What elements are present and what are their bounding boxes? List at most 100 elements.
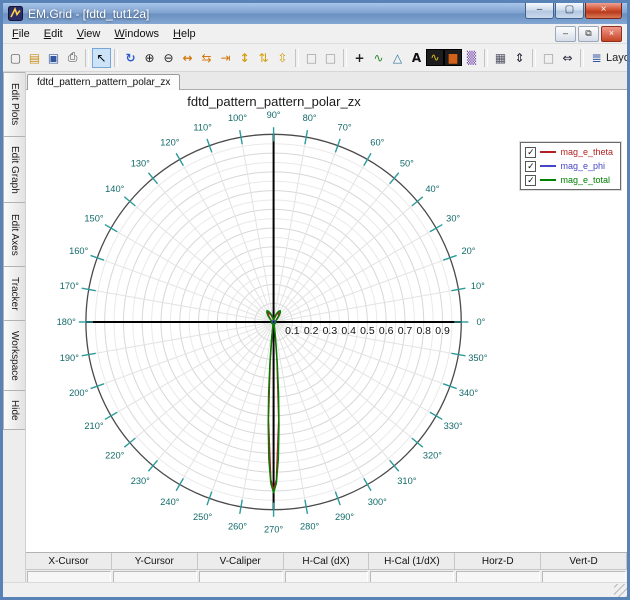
svg-text:150°: 150° [84, 213, 103, 223]
sidebar-tab-edit-axes[interactable]: Edit Axes [3, 202, 25, 267]
svg-text:140°: 140° [105, 184, 124, 194]
svg-text:260°: 260° [228, 521, 247, 531]
expand-horizontal-icon[interactable]: ⇥ [216, 48, 235, 68]
main-area: Edit Plots Edit Graph Edit Axes Tracker … [3, 72, 627, 587]
pointer-tool-icon[interactable]: ↖ [92, 47, 111, 68]
legend-entry: ✓ mag_e_total [525, 174, 613, 186]
svg-text:40°: 40° [425, 184, 439, 194]
svg-text:90°: 90° [267, 110, 281, 120]
grid-toggle-y-icon[interactable]: □ [321, 48, 340, 68]
sidebar-tab-edit-graph[interactable]: Edit Graph [3, 136, 25, 203]
legend-label[interactable]: mag_e_phi [560, 161, 605, 171]
svg-text:280°: 280° [300, 521, 319, 531]
legend-entry: ✓ mag_e_phi [525, 160, 613, 172]
waveform-style-icon[interactable]: ∿ [426, 49, 444, 66]
legend-line-swatch [540, 179, 557, 181]
refresh-icon[interactable]: ↻ [121, 48, 140, 68]
legend-label[interactable]: mag_e_total [560, 175, 610, 185]
print-icon[interactable]: ⎙ [63, 48, 82, 68]
plot-canvas[interactable]: fdtd_pattern_pattern_polar_zx 0° 10° 20° 30… [26, 90, 627, 552]
spectrum-style-icon[interactable]: ▆ [444, 49, 462, 66]
menu-item[interactable]: File [5, 26, 37, 42]
legend-checkbox[interactable]: ✓ [525, 160, 537, 172]
minimize-button[interactable]: – [525, 3, 554, 19]
svg-text:20°: 20° [461, 246, 475, 256]
vertical-scale-icon[interactable]: ⇕ [510, 48, 529, 68]
svg-text:270°: 270° [264, 525, 283, 535]
maximize-button[interactable]: ▢ [555, 3, 584, 19]
toolbar-separator[interactable] [484, 48, 488, 67]
readout-column-header: H-Cal (dX) [283, 553, 370, 570]
layout-icon[interactable]: ≣ [587, 48, 606, 68]
zoom-in-icon[interactable]: ⊕ [140, 48, 159, 68]
legend-checkbox[interactable]: ✓ [525, 174, 537, 186]
svg-text:320°: 320° [423, 450, 442, 460]
delta-marker-icon[interactable]: △ [388, 48, 407, 68]
add-marker-icon[interactable]: + [350, 48, 369, 68]
side-tab-strip: Edit Plots Edit Graph Edit Axes Tracker … [3, 72, 26, 582]
toolbar-separator[interactable] [532, 48, 536, 67]
plot-title: fdtd_pattern_pattern_polar_zx [187, 94, 361, 109]
fit-width-icon[interactable]: ↔ [178, 48, 197, 68]
horizontal-scale-icon[interactable]: ⇔ [558, 48, 577, 68]
svg-text:240°: 240° [160, 497, 179, 507]
sidebar-tab-hide[interactable]: Hide [3, 390, 25, 430]
fit-height-icon[interactable]: ↕ [235, 48, 254, 68]
chart-legend: ✓ mag_e_theta ✓ mag_e_phi ✓ mag_e_total [519, 141, 622, 191]
menu-item[interactable]: Windows [107, 26, 166, 42]
window-controls: – ▢ × [525, 3, 622, 19]
smooth-curve-icon[interactable]: ∿ [369, 48, 388, 68]
text-label-icon[interactable]: A [407, 48, 426, 68]
svg-text:0.5: 0.5 [360, 326, 375, 337]
resize-grip[interactable] [614, 584, 627, 597]
scroll-vertical-icon[interactable]: ⇅ [254, 48, 273, 68]
sidebar-tab-edit-plots[interactable]: Edit Plots [3, 72, 25, 137]
svg-text:180°: 180° [57, 317, 76, 327]
document-tab-bar: fdtd_pattern_pattern_polar_zx [26, 72, 627, 90]
axes-settings-icon[interactable]: ▦ [491, 48, 510, 68]
menu-item[interactable]: Help [166, 26, 203, 42]
mdi-minimize-button[interactable]: – [555, 25, 576, 42]
close-button[interactable]: × [585, 3, 622, 19]
app-window: EM.Grid - [fdtd_tut12a] – ▢ × File Edit … [0, 0, 630, 600]
svg-text:200°: 200° [69, 388, 88, 398]
menu-item[interactable]: View [70, 26, 108, 42]
toolbar-separator[interactable] [85, 48, 89, 67]
layout-button-label[interactable]: Layout [606, 52, 627, 64]
svg-text:50°: 50° [400, 158, 414, 168]
histogram-style-icon[interactable]: ▒ [462, 48, 481, 68]
mdi-window-controls: – ⧉ × [555, 25, 625, 42]
sidebar-tab-workspace[interactable]: Workspace [3, 320, 25, 391]
zoom-out-icon[interactable]: ⊖ [159, 48, 178, 68]
toolbar-separator[interactable] [580, 48, 584, 67]
legend-label[interactable]: mag_e_theta [560, 147, 613, 157]
expand-vertical-icon[interactable]: ⇳ [273, 48, 292, 68]
svg-text:0.3: 0.3 [323, 326, 338, 337]
new-document-icon[interactable]: ▢ [6, 48, 25, 68]
scroll-horizontal-icon[interactable]: ⇆ [197, 48, 216, 68]
readout-column-header: Y-Cursor [111, 553, 198, 570]
toolbar-separator[interactable] [114, 48, 118, 67]
mdi-restore-button[interactable]: ⧉ [578, 25, 599, 42]
svg-text:0.6: 0.6 [379, 326, 394, 337]
menu-item[interactable]: Edit [37, 26, 70, 42]
svg-text:190°: 190° [60, 353, 79, 363]
title-bar[interactable]: EM.Grid - [fdtd_tut12a] – ▢ × [3, 3, 627, 24]
document-tab[interactable]: fdtd_pattern_pattern_polar_zx [27, 74, 181, 90]
legend-checkbox[interactable]: ✓ [525, 146, 537, 158]
grid-toggle-x-icon[interactable]: □ [302, 48, 321, 68]
toolbar-separator[interactable] [343, 48, 347, 67]
svg-text:300°: 300° [368, 497, 387, 507]
document-area: fdtd_pattern_pattern_polar_zx fdtd_patte… [26, 72, 627, 587]
sidebar-tab-tracker[interactable]: Tracker [3, 266, 25, 321]
app-icon[interactable] [8, 6, 23, 21]
readout-header-row: X-Cursor Y-Cursor V-Caliper H-Cal (dX) H… [26, 553, 627, 570]
open-file-icon[interactable]: ▤ [25, 48, 44, 68]
toolbar-separator[interactable] [295, 48, 299, 67]
svg-text:0°: 0° [477, 317, 486, 327]
svg-text:110°: 110° [193, 122, 212, 132]
mdi-close-button[interactable]: × [601, 25, 622, 42]
save-icon[interactable]: ▣ [44, 48, 63, 68]
svg-text:310°: 310° [397, 476, 416, 486]
blank-toggle-icon[interactable]: □ [539, 48, 558, 68]
